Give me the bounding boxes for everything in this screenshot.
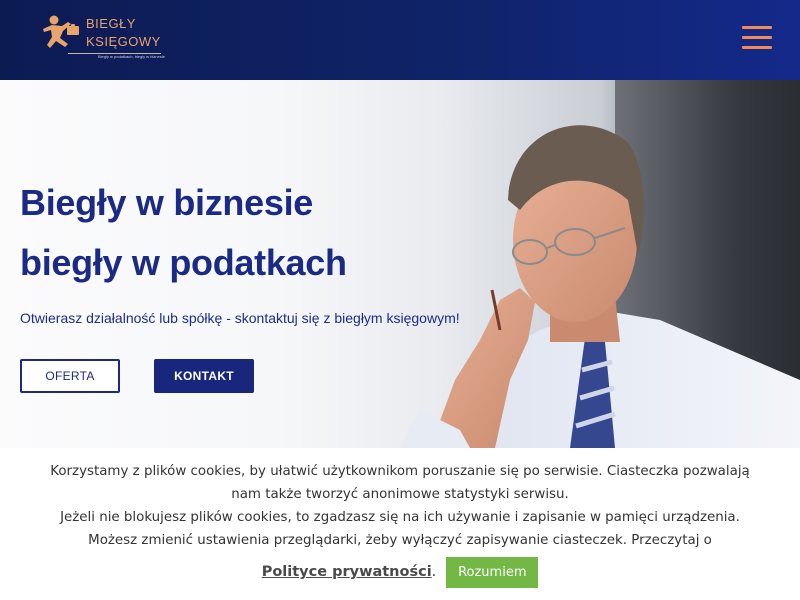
- hero-subtitle: Otwierasz działalność lub spółkę - skont…: [20, 310, 460, 326]
- hamburger-bar: [742, 36, 772, 39]
- cookie-text-line4: Możesz zmienić ustawienia przeglądarki, …: [88, 533, 712, 548]
- menu-hamburger-icon[interactable]: [742, 24, 774, 54]
- logo-text-line2: KSIĘGOWY: [86, 34, 161, 49]
- hamburger-bar: [742, 26, 772, 29]
- oferta-button[interactable]: OFERTA: [20, 359, 120, 393]
- hero-businessman-photo: [400, 80, 800, 448]
- site-header: BIEGŁY KSIĘGOWY Biegły w podatkach, bieg…: [0, 0, 800, 80]
- hero-section: Biegły w biznesie biegły w podatkach Otw…: [0, 80, 800, 448]
- cookie-text-line2: nam także tworzyć anonimowe statystyki s…: [231, 487, 569, 502]
- cookie-actions: Polityce prywatności . Rozumiem: [0, 557, 800, 588]
- accept-cookies-button[interactable]: Rozumiem: [446, 557, 539, 588]
- logo-tagline: Biegły w podatkach, biegły w biznesie: [98, 54, 165, 59]
- cookie-text-line3: Jeżeli nie blokujesz plików cookies, to …: [60, 510, 740, 525]
- kontakt-button[interactable]: KONTAKT: [154, 359, 254, 393]
- privacy-policy-link[interactable]: Polityce prywatności: [262, 561, 432, 584]
- cookie-text-line1: Korzystamy z plików cookies, by ułatwić …: [50, 464, 750, 479]
- logo-text-line1: BIEGŁY: [86, 16, 136, 31]
- cookie-consent-bar: Korzystamy z plików cookies, by ułatwić …: [0, 448, 800, 600]
- hero-title-line1: Biegły w biznesie: [20, 182, 313, 223]
- hamburger-bar: [742, 46, 772, 49]
- running-man-logo-icon: [43, 15, 79, 48]
- policy-period: .: [431, 564, 437, 580]
- site-logo[interactable]: BIEGŁY KSIĘGOWY Biegły w podatkach, bieg…: [38, 12, 168, 62]
- hero-title-line2: biegły w podatkach: [20, 242, 347, 283]
